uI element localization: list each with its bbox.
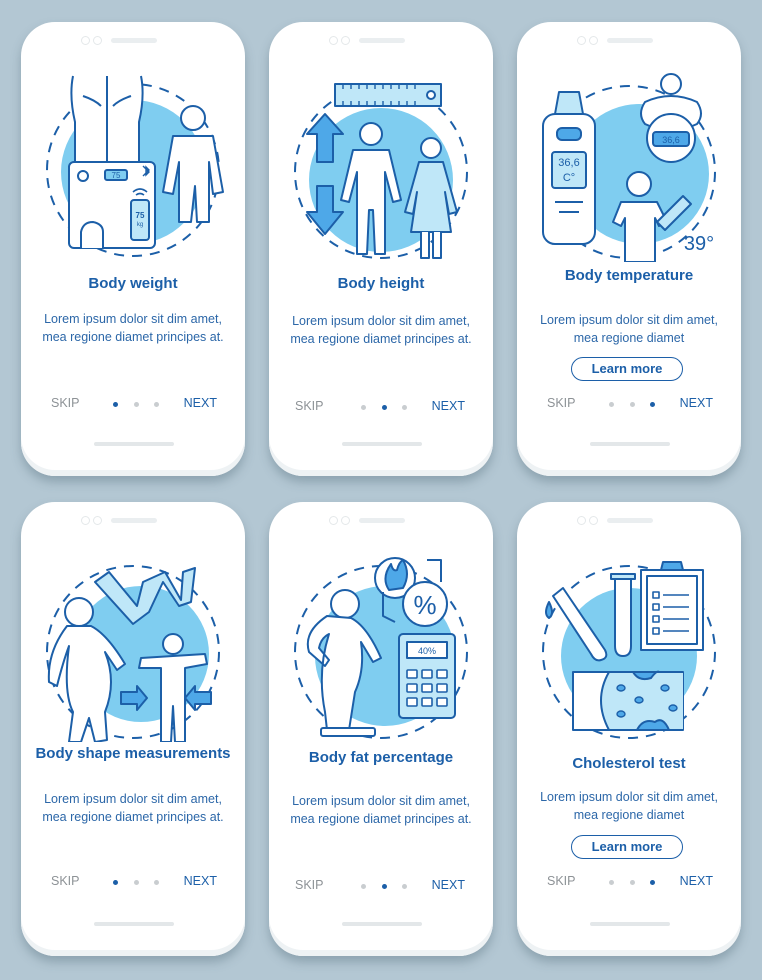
- speaker-grille: [111, 518, 157, 523]
- home-indicator: [94, 922, 174, 926]
- next-button[interactable]: NEXT: [184, 396, 217, 410]
- page-dot-3[interactable]: [650, 879, 655, 885]
- onboarding-screen-body-weight: 75 75 kg Body weight Lorem ipsum dolor s…: [21, 22, 245, 476]
- page-dot-1[interactable]: [361, 883, 366, 889]
- phone-weight-unit: kg: [137, 222, 143, 228]
- home-indicator: [342, 442, 422, 446]
- camera-icon: [577, 36, 586, 45]
- pagination-dots: [361, 883, 407, 889]
- percent-symbol: %: [413, 590, 436, 620]
- scale-display: 75: [112, 171, 121, 180]
- skip-button[interactable]: SKIP: [547, 396, 576, 410]
- skip-button[interactable]: SKIP: [295, 878, 324, 892]
- sensor-icon: [341, 516, 350, 525]
- measuring-tape-illustration: [46, 565, 220, 742]
- screen-description: Lorem ipsum dolor sit dim amet, mea regi…: [540, 313, 718, 345]
- page-dot-2[interactable]: [629, 879, 635, 885]
- pagination-dots: [113, 401, 159, 407]
- screen-description: Lorem ipsum dolor sit dim amet, mea regi…: [42, 792, 224, 824]
- learn-more-button[interactable]: Learn more: [571, 357, 683, 381]
- skip-button[interactable]: SKIP: [295, 399, 324, 413]
- skip-button[interactable]: SKIP: [547, 874, 576, 888]
- speaker-grille: [111, 38, 157, 43]
- next-button[interactable]: NEXT: [680, 396, 713, 410]
- pagination-dots: [609, 879, 655, 885]
- page-dot-2[interactable]: [381, 883, 387, 889]
- camera-icon: [577, 516, 586, 525]
- page-dot-2[interactable]: [629, 401, 635, 407]
- page-dot-3[interactable]: [402, 883, 407, 889]
- screen-title: Body weight: [88, 275, 178, 292]
- sensor-icon: [589, 516, 598, 525]
- speaker-grille: [359, 38, 405, 43]
- screen-title: Cholesterol test: [572, 755, 686, 772]
- page-dot-1[interactable]: [361, 404, 366, 410]
- thermometer-unit: C°: [563, 172, 575, 184]
- home-indicator: [590, 922, 670, 926]
- page-dot-1[interactable]: [113, 879, 118, 885]
- camera-icon: [329, 36, 338, 45]
- body-weight-scale-illustration: 75 75 kg: [46, 75, 224, 257]
- speaker-grille: [359, 518, 405, 523]
- page-dot-3[interactable]: [650, 401, 655, 407]
- next-button[interactable]: NEXT: [432, 399, 465, 413]
- next-button[interactable]: NEXT: [680, 874, 713, 888]
- onboarding-screen-cholesterol: Cholesterol test Lorem ipsum dolor sit d…: [517, 502, 741, 956]
- screen-title: Body shape measurements: [35, 745, 231, 762]
- thermometer-illustration: 36,6 C° 36,6 39°: [542, 73, 716, 262]
- next-button[interactable]: NEXT: [184, 874, 217, 888]
- onboarding-screen-body-fat: % 40% Body fat percentage Lorem ipsum do…: [269, 502, 493, 956]
- next-button[interactable]: NEXT: [432, 878, 465, 892]
- scale-icon: [320, 727, 376, 737]
- pacifier-value: 36,6: [662, 135, 680, 145]
- page-dot-3[interactable]: [154, 879, 159, 885]
- page-dot-2[interactable]: [133, 401, 139, 407]
- skip-button[interactable]: SKIP: [51, 396, 80, 410]
- sensor-icon: [341, 36, 350, 45]
- calculator-display: 40%: [418, 646, 436, 656]
- screen-description: Lorem ipsum dolor sit dim amet, mea regi…: [540, 790, 718, 822]
- sensor-icon: [589, 36, 598, 45]
- screen-description: Lorem ipsum dolor sit dim amet, mea regi…: [42, 312, 224, 344]
- screen-description: Lorem ipsum dolor sit dim amet, mea regi…: [290, 314, 472, 346]
- cholesterol-test-illustration: [542, 561, 716, 739]
- page-dot-2[interactable]: [381, 404, 387, 410]
- speaker-grille: [607, 38, 653, 43]
- screen-description: Lorem ipsum dolor sit dim amet, mea regi…: [290, 794, 472, 826]
- skip-button[interactable]: SKIP: [51, 874, 80, 888]
- sensor-icon: [93, 516, 102, 525]
- screen-title: Body height: [337, 275, 425, 292]
- screen-title: Body fat percentage: [308, 749, 454, 766]
- page-dot-3[interactable]: [402, 404, 407, 410]
- phone-weight-value: 75: [136, 211, 145, 220]
- camera-icon: [329, 516, 338, 525]
- page-dot-1[interactable]: [113, 401, 118, 407]
- home-indicator: [94, 442, 174, 446]
- fever-value: 39°: [684, 233, 714, 255]
- page-dot-1[interactable]: [609, 401, 614, 407]
- onboarding-screen-body-shape: Body shape measurements Lorem ipsum dolo…: [21, 502, 245, 956]
- page-dot-1[interactable]: [609, 879, 614, 885]
- thermometer-value: 36,6: [558, 157, 579, 169]
- sensor-icon: [93, 36, 102, 45]
- pagination-dots: [609, 401, 655, 407]
- blood-drop-icon: [545, 601, 553, 619]
- page-dot-2[interactable]: [133, 879, 139, 885]
- home-indicator: [590, 442, 670, 446]
- home-indicator: [342, 922, 422, 926]
- page-dot-3[interactable]: [154, 401, 159, 407]
- body-height-ruler-illustration: [294, 83, 468, 259]
- onboarding-screen-body-height: Body height Lorem ipsum dolor sit dim am…: [269, 22, 493, 476]
- speaker-grille: [607, 518, 653, 523]
- pagination-dots: [113, 879, 159, 885]
- camera-icon: [81, 516, 90, 525]
- test-tube-icon: [614, 577, 632, 657]
- learn-more-button[interactable]: Learn more: [571, 835, 683, 859]
- pagination-dots: [361, 404, 407, 410]
- fat-calculator-illustration: % 40%: [294, 557, 468, 739]
- onboarding-screen-body-temperature: 36,6 C° 36,6 39° Body temperature Lorem …: [517, 22, 741, 476]
- screen-title: Body temperature: [564, 267, 694, 284]
- camera-icon: [81, 36, 90, 45]
